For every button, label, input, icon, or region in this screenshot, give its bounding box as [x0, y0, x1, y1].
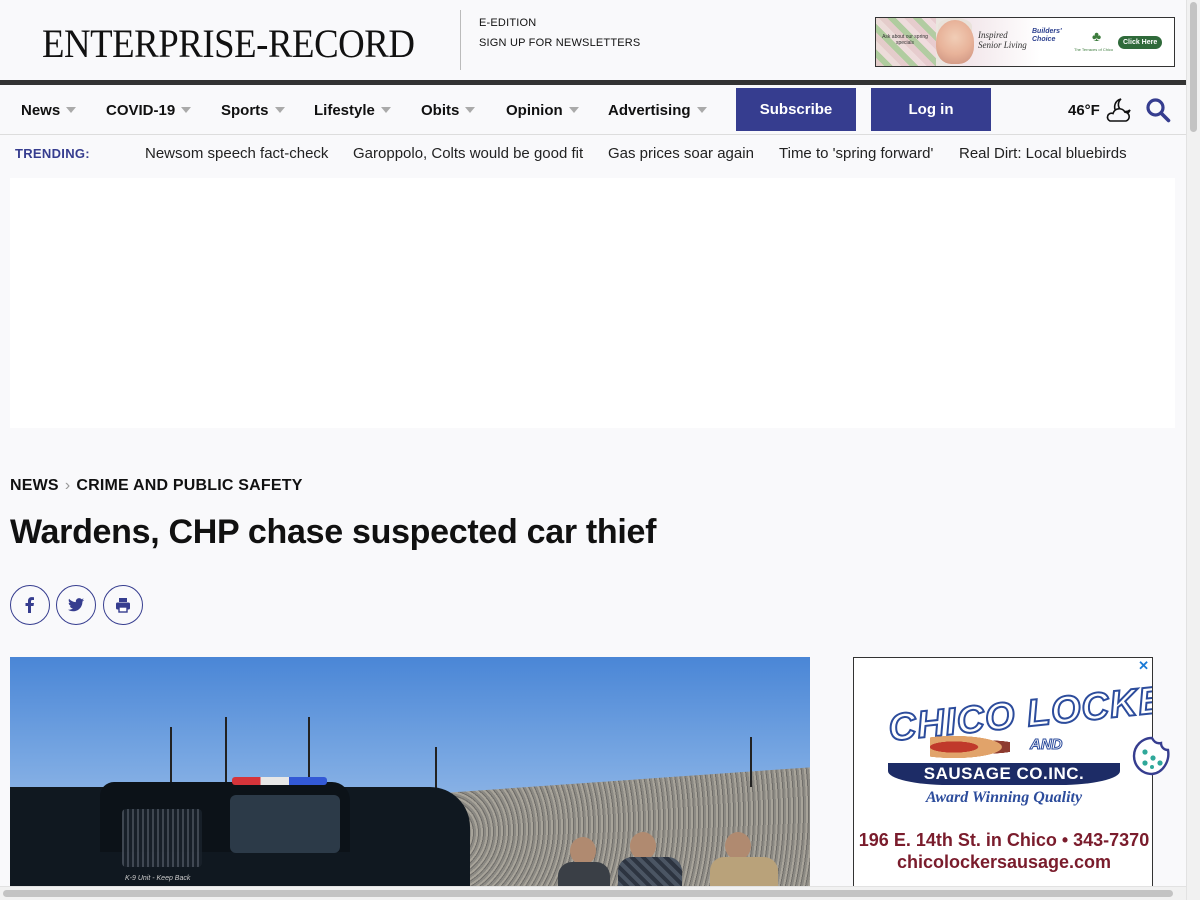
empty-ad-slot: [10, 178, 1175, 428]
article-lead-photo[interactable]: K-9 Unit - Keep Back: [10, 657, 810, 887]
horizontal-scrollbar-thumb[interactable]: [3, 890, 1173, 897]
share-facebook-button[interactable]: [10, 585, 50, 625]
breadcrumb: NEWS › CRIME AND PUBLIC SAFETY: [10, 477, 303, 495]
e-edition-link[interactable]: E-EDITION: [479, 13, 640, 33]
ad-address: 196 E. 14th St. in Chico • 343-7370: [858, 830, 1150, 850]
sidebar-advertisement[interactable]: ✕ CHICO LOCKER AND SAUSAGE CO.INC. Award…: [853, 657, 1153, 887]
chevron-down-icon: [274, 107, 285, 114]
trending-link[interactable]: Time to 'spring forward': [779, 145, 933, 162]
nav-item-lifestyle[interactable]: Lifestyle: [314, 102, 391, 119]
trending-link[interactable]: Newsom speech fact-check: [145, 145, 328, 162]
photo-lightbar: [232, 777, 327, 785]
header-advertisement[interactable]: Ask about our spring specials Inspired S…: [875, 17, 1175, 67]
nav-item-opinion[interactable]: Opinion: [506, 102, 579, 119]
ad-logo-and: AND: [1030, 736, 1063, 754]
print-button[interactable]: [103, 585, 143, 625]
photo-truck-window: [230, 795, 340, 853]
newsletter-signup-link[interactable]: SIGN UP FOR NEWSLETTERS: [479, 33, 640, 53]
ad-person-image: [936, 20, 974, 64]
photo-truck-grille: [122, 809, 202, 867]
ad-brand: The Terraces of Chico: [1074, 47, 1114, 52]
nav-label: Obits: [421, 102, 460, 119]
nav-item-obits[interactable]: Obits: [421, 102, 476, 119]
print-icon: [116, 598, 130, 613]
ad-small-text: Ask about our spring specials: [882, 34, 928, 46]
photo-person: [710, 857, 778, 887]
chevron-down-icon: [66, 107, 77, 114]
trending-link[interactable]: Real Dirt: Local bluebirds: [959, 145, 1127, 162]
weather-temperature[interactable]: 46°F: [1068, 102, 1100, 119]
tree-icon: ♣: [1092, 28, 1102, 44]
photo-person-head: [570, 837, 596, 865]
vertical-scrollbar-thumb[interactable]: [1190, 2, 1197, 132]
partly-cloudy-night-icon[interactable]: [1104, 95, 1134, 125]
article-headline: Wardens, CHP chase suspected car thief: [10, 513, 657, 551]
photo-person: [558, 862, 610, 887]
photo-person-head: [630, 832, 656, 860]
photo-truck-lettering: K-9 Unit - Keep Back: [125, 875, 191, 882]
chevron-right-icon: ›: [64, 477, 71, 494]
ad-tagline: Award Winning Quality: [925, 789, 1083, 806]
trending-link[interactable]: Gas prices soar again: [608, 145, 754, 162]
search-icon[interactable]: [1145, 97, 1171, 123]
ad-logo: CHICO LOCKER: [886, 675, 1153, 751]
breadcrumb-crime-and-public-safety[interactable]: CRIME AND PUBLIC SAFETY: [76, 477, 302, 494]
chevron-down-icon: [568, 107, 579, 114]
chevron-down-icon: [380, 107, 391, 114]
login-button[interactable]: Log in: [871, 88, 991, 131]
header-links: E-EDITION SIGN UP FOR NEWSLETTERS: [479, 13, 640, 53]
ad-headline: Inspired Senior Living: [978, 30, 1027, 50]
vertical-scrollbar[interactable]: [1186, 0, 1200, 900]
chevron-down-icon: [696, 107, 707, 114]
photo-person: [618, 857, 682, 887]
nav-item-news[interactable]: News: [21, 102, 77, 119]
nav-item-advertising[interactable]: Advertising: [608, 102, 707, 119]
site-logo[interactable]: ENTERPRISE-RECORD: [42, 20, 415, 67]
nav-item-covid-19[interactable]: COVID-19: [106, 102, 192, 119]
facebook-icon: [25, 597, 34, 613]
twitter-icon: [68, 598, 84, 612]
nav-label: Opinion: [506, 102, 563, 119]
nav-item-sports[interactable]: Sports: [221, 102, 285, 119]
chevron-down-icon: [181, 107, 192, 114]
photo-person-head: [725, 832, 751, 860]
nav-label: Sports: [221, 102, 269, 119]
nav-label: Advertising: [608, 102, 691, 119]
nav-label: COVID-19: [106, 102, 176, 119]
share-twitter-button[interactable]: [56, 585, 96, 625]
breadcrumb-news[interactable]: NEWS: [10, 477, 59, 494]
nav-label: Lifestyle: [314, 102, 375, 119]
cookie-icon[interactable]: [1131, 735, 1173, 777]
photo-antenna: [750, 737, 752, 787]
site-header: ENTERPRISE-RECORD E-EDITION SIGN UP FOR …: [0, 0, 1186, 80]
ad-company-banner: SAUSAGE CO.INC.: [888, 763, 1120, 785]
ad-website[interactable]: chicolockersausage.com: [854, 852, 1152, 873]
chevron-down-icon: [465, 107, 476, 114]
ad-click-here-button[interactable]: Click Here: [1118, 36, 1163, 49]
ad-badge: Builders' Choice: [1032, 28, 1062, 43]
header-divider: [460, 10, 461, 70]
horizontal-scrollbar[interactable]: [0, 886, 1186, 900]
nav-label: News: [21, 102, 61, 119]
ad-meat-illustration: [930, 734, 1010, 760]
trending-bar: TRENDING: Newsom speech fact-check Garop…: [0, 136, 1186, 172]
main-nav: News COVID-19 Sports Lifestyle Obits Opi…: [0, 85, 1186, 135]
close-icon[interactable]: ✕: [1138, 658, 1149, 674]
trending-label: TRENDING:: [15, 146, 90, 161]
subscribe-button[interactable]: Subscribe: [736, 88, 856, 131]
trending-link[interactable]: Garoppolo, Colts would be good fit: [353, 145, 583, 162]
